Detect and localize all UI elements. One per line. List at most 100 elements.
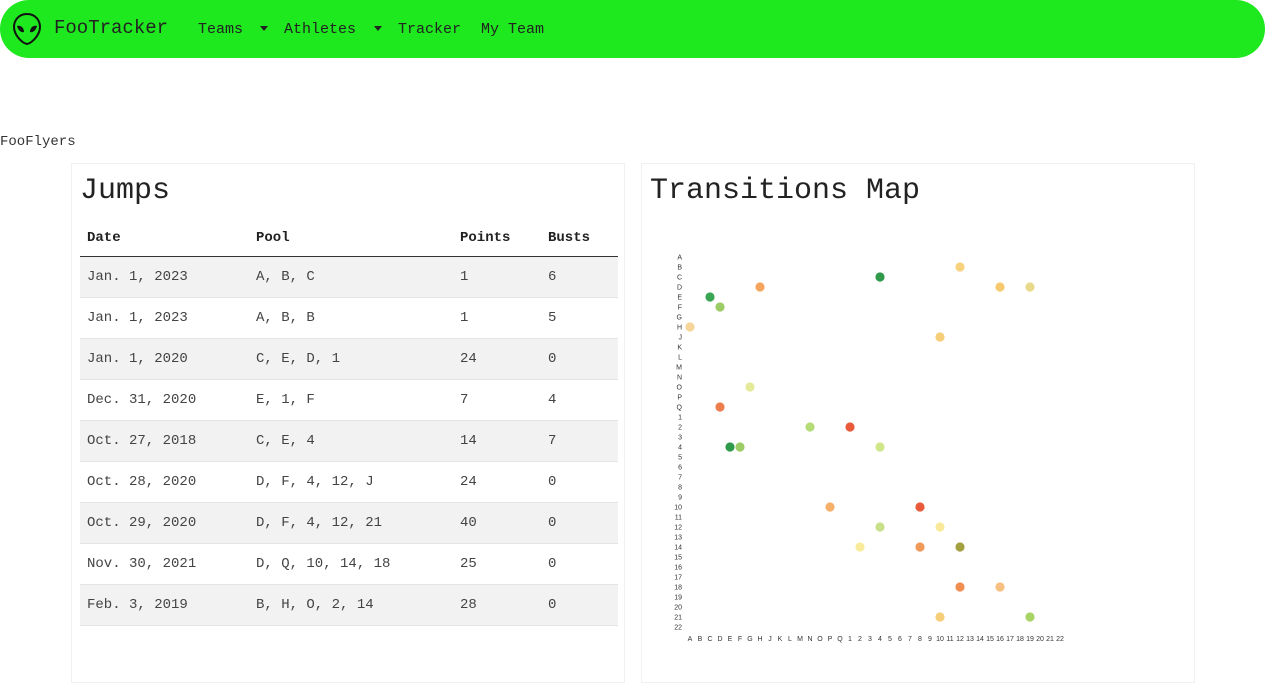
brand-name[interactable]: FooTracker: [54, 17, 168, 39]
column-header-pool: Pool: [249, 220, 453, 257]
table-row: Jan. 1, 2023 A, B, B 1 5: [80, 297, 618, 339]
y-tick-label: 3: [678, 435, 682, 442]
y-tick-label: 13: [674, 535, 682, 542]
x-tick-label: A: [688, 636, 693, 643]
x-tick-label: M: [797, 636, 803, 643]
transition-point[interactable]: [845, 422, 855, 432]
column-header-busts: Busts: [541, 220, 618, 257]
nav-my-team[interactable]: My Team: [481, 21, 544, 38]
transition-point[interactable]: [955, 262, 965, 272]
cell-busts: 0: [541, 502, 618, 544]
y-tick-label: L: [678, 355, 682, 362]
table-row: Dec. 31, 2020 E, 1, F 7 4: [80, 379, 618, 421]
y-tick-label: 22: [674, 625, 682, 632]
y-tick-label: Q: [677, 405, 683, 412]
transition-point[interactable]: [1025, 612, 1035, 622]
y-tick-label: 21: [674, 615, 682, 622]
x-tick-label: H: [757, 636, 762, 643]
x-tick-label: 18: [1016, 636, 1024, 643]
x-tick-label: 4: [878, 636, 882, 643]
x-tick-label: 2: [858, 636, 862, 643]
transitions-card: Transitions Map ABCDEFGHJKLMNOPQ12345678…: [641, 163, 1195, 683]
transition-point[interactable]: [995, 582, 1005, 592]
cell-date: Oct. 27, 2018: [80, 420, 249, 462]
x-tick-label: J: [768, 636, 772, 643]
cell-points: 24: [453, 338, 541, 380]
transition-point[interactable]: [995, 282, 1005, 292]
column-header-points: Points: [453, 220, 541, 257]
cell-date: Jan. 1, 2023: [80, 256, 249, 298]
y-tick-label: F: [678, 305, 682, 312]
table-header-row: Date Pool Points Busts: [80, 220, 618, 257]
transition-point[interactable]: [725, 442, 735, 452]
x-tick-label: 11: [946, 636, 953, 643]
y-tick-label: 2: [678, 425, 682, 432]
y-tick-label: M: [676, 365, 682, 372]
y-tick-label: P: [677, 395, 682, 402]
chevron-down-icon[interactable]: [260, 26, 268, 31]
y-tick-label: 6: [678, 465, 682, 472]
transition-point[interactable]: [935, 332, 945, 342]
transition-point[interactable]: [705, 292, 715, 302]
table-row: Oct. 28, 2020 D, F, 4, 12, J 24 0: [80, 461, 618, 503]
transition-point[interactable]: [685, 322, 695, 332]
cell-date: Feb. 3, 2019: [80, 584, 249, 626]
y-tick-label: G: [677, 315, 682, 322]
transition-point[interactable]: [915, 502, 925, 512]
transition-point[interactable]: [935, 522, 945, 532]
x-tick-label: 17: [1006, 636, 1014, 643]
transition-point[interactable]: [825, 502, 835, 512]
y-tick-label: 5: [678, 455, 682, 462]
transition-point[interactable]: [875, 272, 885, 282]
x-tick-label: 15: [986, 636, 994, 643]
transition-point[interactable]: [755, 282, 765, 292]
y-tick-label: 19: [674, 595, 682, 602]
transition-point[interactable]: [915, 542, 925, 552]
x-tick-label: F: [738, 636, 742, 643]
x-tick-label: C: [707, 636, 712, 643]
chevron-down-icon[interactable]: [374, 26, 382, 31]
cell-pool: A, B, C: [249, 256, 453, 298]
cell-date: Nov. 30, 2021: [80, 543, 249, 585]
x-tick-label: 21: [1046, 636, 1054, 643]
transition-point[interactable]: [735, 442, 745, 452]
cell-busts: 0: [541, 461, 618, 503]
transition-point[interactable]: [955, 582, 965, 592]
transition-point[interactable]: [715, 302, 725, 312]
nav-tracker[interactable]: Tracker: [398, 21, 461, 38]
transition-point[interactable]: [1025, 282, 1035, 292]
alien-head-icon[interactable]: [13, 13, 41, 45]
y-tick-label: 17: [674, 575, 682, 582]
x-tick-label: 7: [908, 636, 912, 643]
cell-pool: B, H, O, 2, 14: [249, 584, 453, 626]
transition-point[interactable]: [745, 382, 755, 392]
x-tick-label: 6: [898, 636, 902, 643]
y-tick-label: 10: [674, 505, 682, 512]
y-tick-label: 16: [674, 565, 682, 572]
table-row: Nov. 30, 2021 D, Q, 10, 14, 18 25 0: [80, 543, 618, 585]
transitions-title: Transitions Map: [650, 174, 921, 208]
y-tick-label: 20: [674, 605, 682, 612]
transition-point[interactable]: [875, 442, 885, 452]
transition-point[interactable]: [935, 612, 945, 622]
nav-athletes[interactable]: Athletes: [284, 21, 356, 38]
y-tick-label: A: [677, 255, 682, 262]
transition-point[interactable]: [955, 542, 965, 552]
cell-points: 25: [453, 543, 541, 585]
transition-point[interactable]: [715, 402, 725, 412]
x-tick-label: 14: [976, 636, 984, 643]
y-tick-label: 4: [678, 445, 682, 452]
cell-points: 24: [453, 461, 541, 503]
cell-busts: 0: [541, 338, 618, 380]
y-tick-label: 14: [674, 545, 682, 552]
jumps-table: Date Pool Points Busts Jan. 1, 2023 A, B…: [80, 220, 618, 626]
transition-point[interactable]: [805, 422, 815, 432]
transition-point[interactable]: [855, 542, 865, 552]
nav-teams[interactable]: Teams: [198, 21, 243, 38]
y-tick-label: H: [677, 325, 682, 332]
y-tick-label: C: [677, 275, 682, 282]
x-tick-label: O: [817, 636, 823, 643]
transition-point[interactable]: [875, 522, 885, 532]
x-tick-label: 13: [966, 636, 974, 643]
y-tick-label: 15: [674, 555, 682, 562]
